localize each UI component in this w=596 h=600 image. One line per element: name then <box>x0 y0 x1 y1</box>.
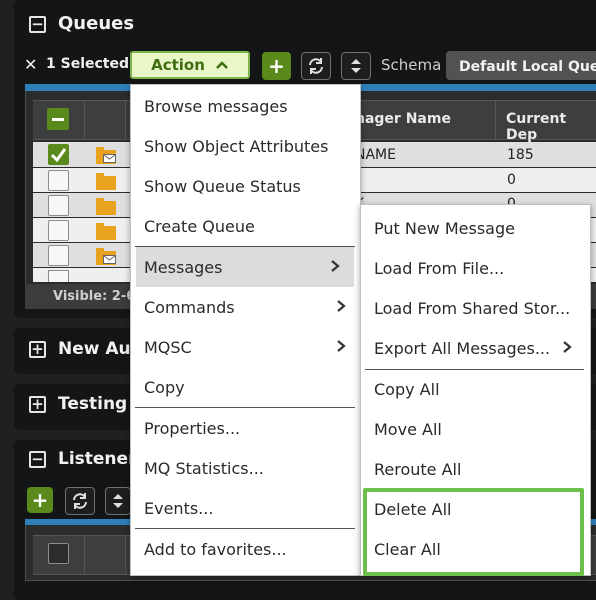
refresh-icon <box>73 493 87 509</box>
menu-item-copy-all[interactable]: Copy All <box>361 369 590 409</box>
menu-item-commands[interactable]: Commands <box>131 287 360 327</box>
select-all-checkbox[interactable] <box>47 108 69 130</box>
listeners-title: Listener <box>58 449 137 469</box>
collapse-icon[interactable]: − <box>29 451 46 468</box>
folder-icon <box>96 198 116 215</box>
menu-item-put-new-message[interactable]: Put New Message <box>361 208 590 248</box>
menu-item-show-object-attributes[interactable]: Show Object Attributes <box>131 126 360 166</box>
row-checkbox[interactable] <box>48 195 69 216</box>
refresh-button[interactable] <box>301 52 331 80</box>
sort-icon <box>351 59 361 73</box>
schema-select[interactable]: Default Local Que... <box>446 51 596 80</box>
select-all-checkbox[interactable] <box>48 543 69 564</box>
menu-item-messages[interactable]: Messages <box>136 247 354 287</box>
row-checkbox[interactable] <box>48 220 69 241</box>
plus-icon: + <box>31 488 49 512</box>
row-manager: NAME <box>355 147 396 163</box>
testing-title: Testing <box>58 394 128 414</box>
folder-icon <box>96 248 116 265</box>
menu-item-browse-messages[interactable]: Browse messages <box>131 86 360 126</box>
row-checkbox[interactable] <box>48 270 69 282</box>
menu-item-add-to-favorites[interactable]: Add to favorites... <box>131 529 360 569</box>
header-divider <box>495 100 496 140</box>
sort-button[interactable] <box>341 52 371 80</box>
menu-item-export-all-messages[interactable]: Export All Messages... <box>361 328 590 368</box>
menu-item-move-all[interactable]: Move All <box>361 409 590 449</box>
sort-icon <box>113 494 123 508</box>
menu-item-load-from-file[interactable]: Load From File... <box>361 248 590 288</box>
menu-item-create-queue[interactable]: Create Queue <box>131 206 360 246</box>
action-menu-items: Browse messages Show Object Attributes S… <box>131 84 360 576</box>
plus-icon: + <box>268 54 285 78</box>
chevron-right-icon <box>331 260 340 272</box>
action-label: Action <box>151 56 205 74</box>
schema-value: Default Local Que... <box>459 59 596 75</box>
row-depth: 185 <box>507 147 534 163</box>
sort-button[interactable] <box>105 487 131 515</box>
refresh-button[interactable] <box>65 487 95 515</box>
collapse-icon[interactable]: − <box>29 16 46 33</box>
row-checkbox[interactable] <box>48 245 69 266</box>
menu-item-load-from-shared-storage[interactable]: Load From Shared Stor... <box>361 288 590 328</box>
menu-item-mq-statistics[interactable]: MQ Statistics... <box>131 448 360 488</box>
chevron-up-icon <box>216 61 228 69</box>
selected-count: 1 Selected <box>46 56 129 72</box>
chevron-right-icon <box>337 340 346 352</box>
schema-label: Schema <box>381 56 442 74</box>
menu-item-reroute-all[interactable]: Reroute All <box>361 449 590 489</box>
menu-item-events[interactable]: Events... <box>131 488 360 528</box>
menu-item-copy[interactable]: Copy <box>131 367 360 407</box>
expand-icon[interactable]: + <box>29 396 46 413</box>
header-divider <box>125 100 126 140</box>
expand-icon[interactable]: + <box>29 341 46 358</box>
refresh-icon <box>309 58 323 74</box>
highlight-box <box>363 488 584 576</box>
header-divider <box>84 100 85 140</box>
row-checkbox[interactable] <box>48 170 69 191</box>
row-checkbox-checked[interactable] <box>48 144 69 165</box>
column-manager-name[interactable]: nager Name <box>355 111 451 127</box>
add-queue-button[interactable]: + <box>262 52 291 80</box>
close-icon[interactable]: ✕ <box>24 55 38 74</box>
queues-title: Queues <box>58 13 135 34</box>
column-current-depth[interactable]: Current Dep <box>506 111 596 143</box>
action-button[interactable]: Action <box>130 51 250 79</box>
add-listener-button[interactable]: + <box>27 487 53 513</box>
folder-icon <box>96 147 116 164</box>
header-divider <box>84 535 85 575</box>
header-divider <box>125 535 126 575</box>
menu-item-properties[interactable]: Properties... <box>131 408 360 448</box>
chevron-right-icon <box>337 300 346 312</box>
new-auth-title: New Au <box>58 339 131 359</box>
row-depth: 0 <box>507 172 516 188</box>
visible-count: Visible: 2-6 <box>53 289 136 304</box>
folder-icon <box>96 223 116 240</box>
menu-item-show-queue-status[interactable]: Show Queue Status <box>131 166 360 206</box>
menu-item-mqsc[interactable]: MQSC <box>131 327 360 367</box>
folder-icon <box>96 173 116 190</box>
chevron-right-icon <box>563 341 572 353</box>
